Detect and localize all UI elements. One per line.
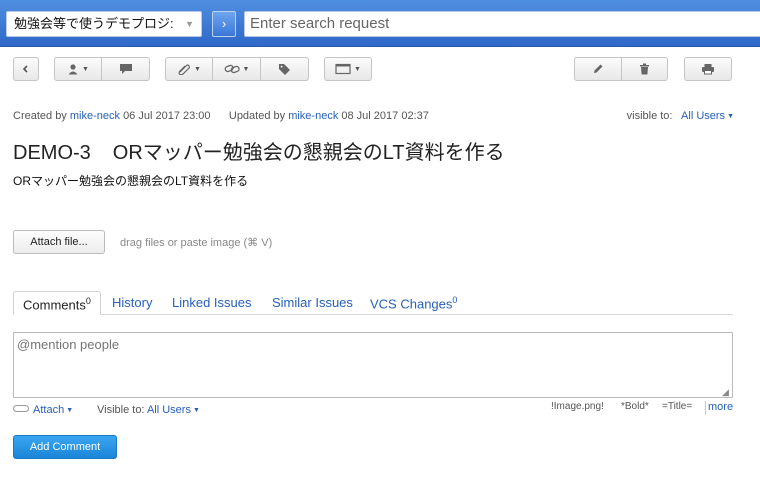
comment-input[interactable] [13, 332, 733, 398]
user-icon [68, 64, 78, 75]
tag-icon [279, 63, 290, 75]
issue-description[interactable]: ORマッパー勉強会の懇親会のLT資料を作る [13, 172, 248, 189]
created-date: 06 Jul 2017 23:00 [123, 110, 211, 122]
chevron-down-icon: ▼ [82, 65, 89, 73]
drag-hint: drag files or paste image (⌘ V) [120, 237, 273, 249]
tab-count: 0 [85, 296, 91, 306]
printer-icon [702, 64, 714, 75]
project-selector[interactable]: 勉強会等で使うデモプロジ: ▼ [6, 11, 202, 37]
paperclip-icon [13, 405, 29, 412]
search-input-placeholder: Enter search request [250, 15, 390, 32]
chevron-down-icon: ▼ [185, 19, 194, 29]
comment-visible-label: Visible to: [97, 404, 145, 416]
add-comment-button[interactable]: Add Comment [13, 435, 117, 459]
paperclip-icon [178, 64, 190, 75]
trash-icon [640, 63, 649, 75]
pencil-icon [594, 64, 603, 73]
tab-count: 0 [452, 295, 458, 305]
tab-vcs-changes[interactable]: VCS Changes0 [370, 295, 457, 311]
created-prefix: Created by [13, 110, 67, 122]
updated-by-link[interactable]: mike-neck [288, 110, 338, 122]
search-input[interactable]: Enter search request [244, 11, 760, 37]
project-selector-value: 勉強会等で使うデモプロジ: [14, 16, 174, 31]
search-go-button[interactable]: › [212, 11, 236, 37]
comment-visibility-selector[interactable]: All Users ▼ [147, 404, 200, 416]
chevron-down-icon: ▼ [354, 65, 361, 73]
updated-prefix: Updated by [228, 110, 286, 122]
created-by-link[interactable]: mike-neck [70, 110, 120, 122]
issue-summary[interactable]: ORマッパー勉強会の懇親会のLT資料を作る [113, 142, 505, 164]
comment-visibility-value: All Users [146, 404, 191, 416]
chevron-down-icon: ▼ [242, 65, 250, 73]
chevron-down-icon: ▼ [192, 407, 200, 414]
chevron-down-icon: ▼ [727, 113, 734, 120]
issue-meta: Created by mike-neck 06 Jul 2017 23:00 U… [13, 110, 429, 122]
delete-button[interactable] [622, 57, 668, 81]
markup-more-link[interactable]: more [708, 401, 733, 413]
issue-visibility: visible to: All Users ▼ [627, 110, 734, 122]
comment-attach-label: Attach [33, 404, 65, 416]
tab-history[interactable]: History [112, 295, 152, 310]
updated-date: 08 Jul 2017 02:37 [341, 110, 429, 122]
markup-hint-title: =Title= [662, 401, 693, 412]
markup-hint-image: !Image.png! [551, 401, 604, 412]
speech-bubble-icon [119, 64, 132, 74]
edit-button[interactable] [574, 57, 622, 81]
tab-label: Comments [23, 297, 86, 313]
visibility-value: All Users [681, 110, 726, 122]
comment-button[interactable] [102, 57, 150, 81]
markup-divider [705, 401, 706, 414]
tab-label: VCS Changes [370, 296, 453, 312]
issue-key: DEMO-3 [13, 142, 91, 164]
print-button[interactable] [684, 57, 732, 81]
tab-similar-issues[interactable]: Similar Issues [272, 295, 353, 310]
chain-link-icon [224, 64, 240, 74]
comment-visibility: Visible to: All Users ▼ [97, 404, 200, 416]
visibility-selector[interactable]: All Users ▼ [681, 110, 734, 122]
visible-label: visible to: [626, 110, 673, 122]
attachment-button[interactable]: ▼ [165, 57, 213, 81]
chevron-right-icon: › [221, 16, 227, 31]
markup-hint-bold: *Bold* [621, 401, 649, 412]
toolbar-group-assign: ▼ [54, 57, 150, 81]
arrow-left-icon [22, 65, 28, 73]
tab-linked-issues[interactable]: Linked Issues [172, 295, 252, 310]
tab-comments[interactable]: Comments0 [13, 291, 101, 315]
back-button[interactable] [13, 57, 39, 81]
resize-grip-icon[interactable]: ◢ [722, 387, 729, 398]
issue-title: DEMO-3 ORマッパー勉強会の懇親会のLT資料を作る [13, 136, 505, 165]
attach-file-button[interactable]: Attach file... [13, 230, 105, 254]
view-button[interactable]: ▼ [324, 57, 372, 81]
chevron-down-icon: ▼ [66, 407, 74, 414]
toolbar-group-links: ▼ ▼ [165, 57, 309, 81]
chevron-down-icon: ▼ [194, 65, 201, 73]
link-button[interactable]: ▼ [213, 57, 261, 81]
tag-button[interactable] [261, 57, 309, 81]
window-icon [335, 63, 351, 75]
assignee-button[interactable]: ▼ [54, 57, 102, 81]
comment-attach[interactable]: Attach ▼ [13, 404, 73, 416]
toolbar-group-edit [574, 57, 668, 81]
tab-divider [13, 314, 733, 315]
